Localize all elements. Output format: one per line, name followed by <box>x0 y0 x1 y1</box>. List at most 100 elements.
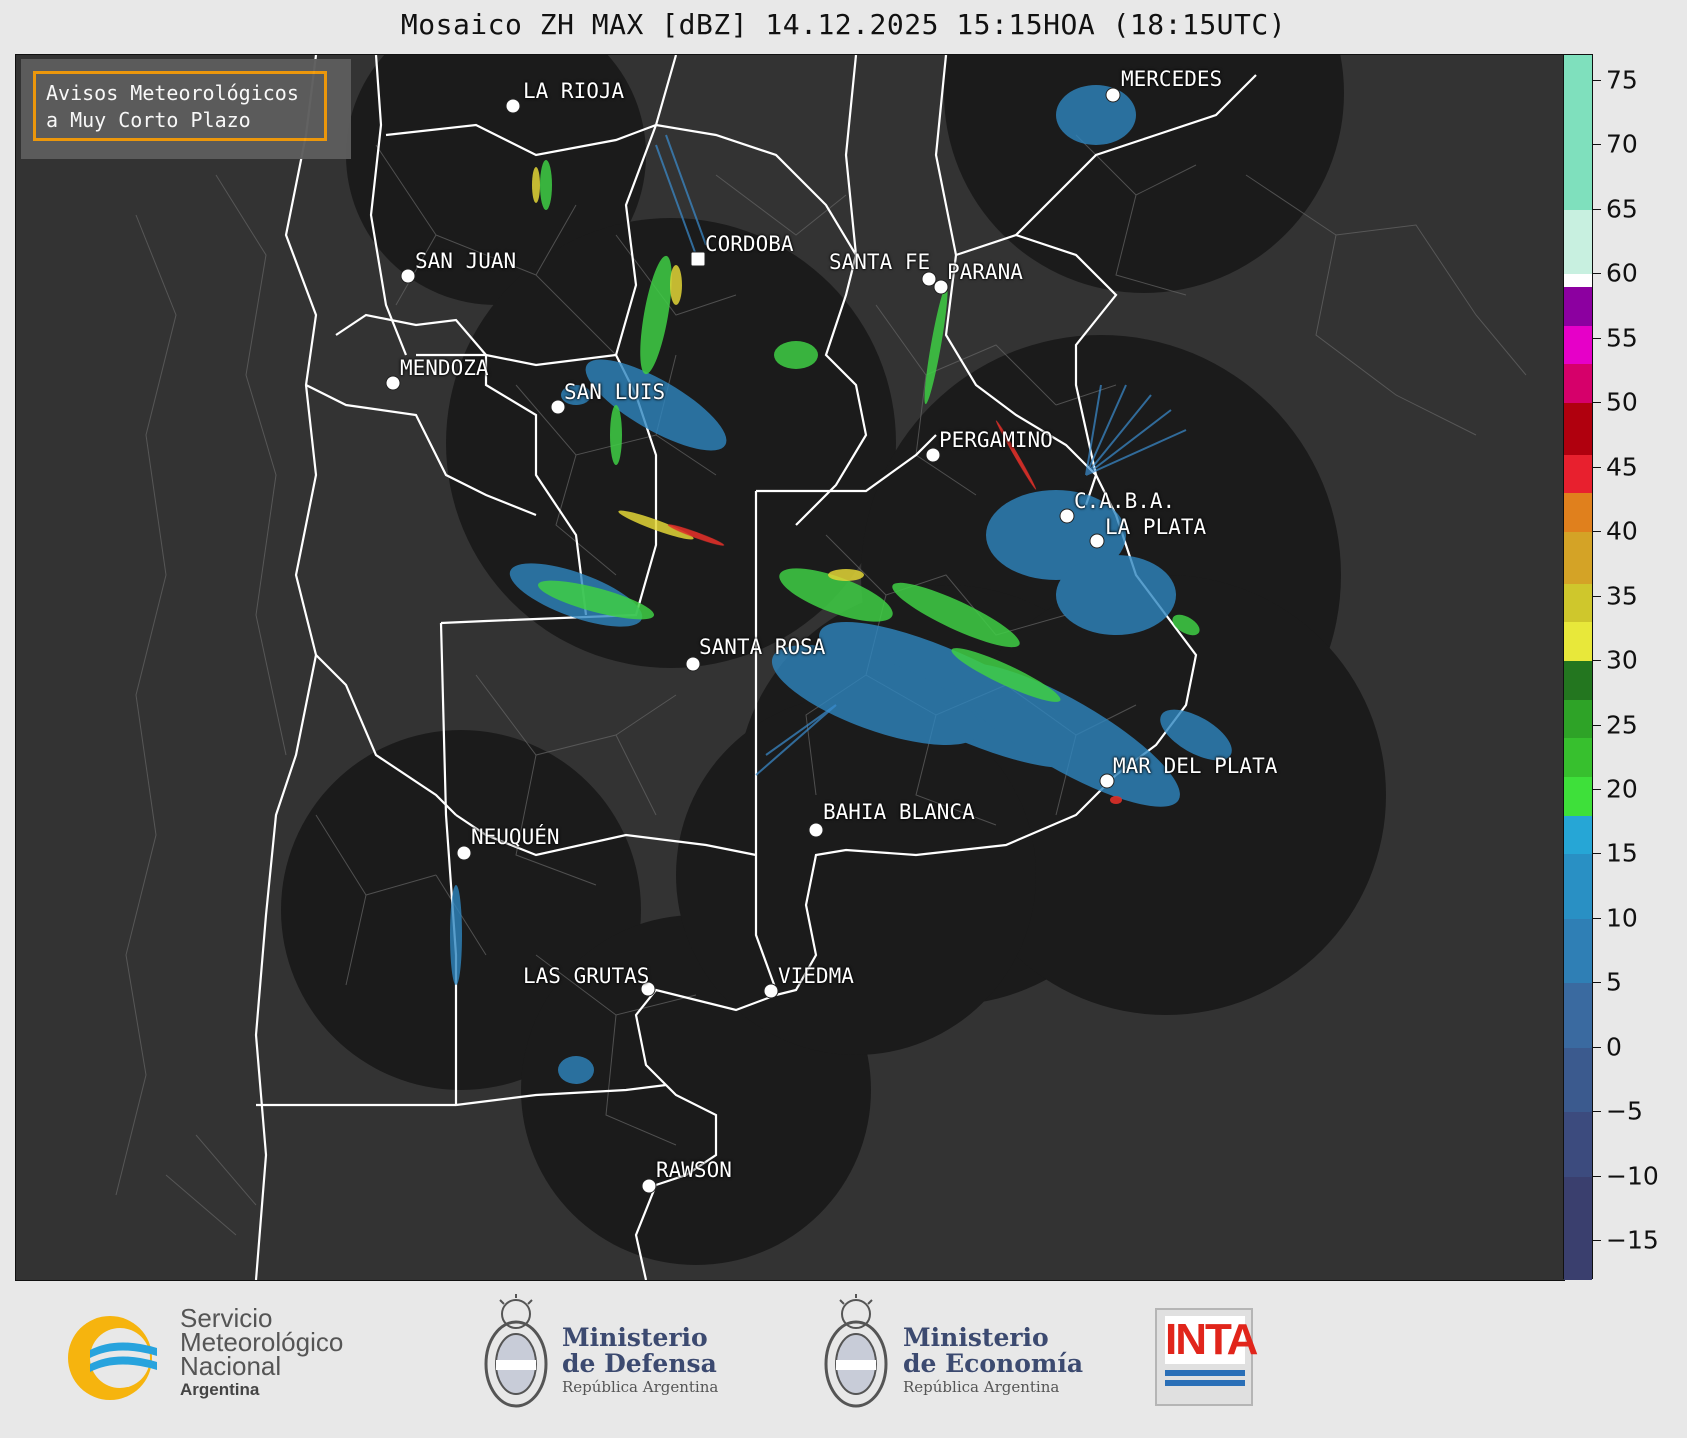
colorbar-tick <box>1593 531 1601 533</box>
city-label-viedma: VIEDMA <box>778 964 854 988</box>
city-marker-caba[interactable] <box>1059 508 1075 524</box>
defensa-line3: República Argentina <box>562 1378 719 1396</box>
colorbar-tick <box>1593 1240 1601 1242</box>
inta-stripe-1 <box>1165 1370 1245 1376</box>
colorbar-tick <box>1593 208 1601 210</box>
colorbar-tick-label: 10 <box>1606 903 1638 933</box>
city-label-san-juan: SAN JUAN <box>415 249 517 273</box>
city-label-mendoza: MENDOZA <box>400 356 489 380</box>
colorbar-band <box>1564 287 1592 326</box>
colorbar-tick-label: −10 <box>1606 1161 1659 1191</box>
city-label-bahia-blanca: BAHIA BLANCA <box>823 800 975 824</box>
colorbar-band <box>1564 777 1592 816</box>
colorbar-tick <box>1593 144 1601 146</box>
dbz-colorbar <box>1563 54 1593 1280</box>
colorbar-band <box>1564 854 1592 919</box>
radar-map[interactable]: Avisos Meteorológicos a Muy Corto Plazo … <box>15 54 1565 1281</box>
city-label-parana: PARANA <box>947 260 1023 284</box>
colorbar-band <box>1564 209 1592 275</box>
city-label-neuquen: NEUQUÉN <box>471 825 560 849</box>
defensa-seal-icon <box>484 1294 548 1408</box>
colorbar-tick-label: 25 <box>1606 710 1638 740</box>
colorbar-tick-label: 70 <box>1606 129 1638 159</box>
city-label-la-plata: LA PLATA <box>1105 515 1207 539</box>
city-label-santa-rosa: SANTA ROSA <box>699 635 826 659</box>
colorbar-tick <box>1593 917 1601 919</box>
colorbar-band <box>1564 661 1592 700</box>
avisos-panel[interactable]: Avisos Meteorológicos a Muy Corto Plazo <box>21 59 351 159</box>
colorbar-band <box>1564 583 1592 623</box>
colorbar-tick <box>1593 853 1601 855</box>
colorbar-tick-label: 20 <box>1606 774 1638 804</box>
colorbar-tick-label: 0 <box>1606 1032 1622 1062</box>
colorbar-tick <box>1593 1046 1601 1048</box>
inta-text: INTA <box>1165 1315 1258 1364</box>
colorbar-tick <box>1593 273 1601 275</box>
city-marker-viedma[interactable] <box>763 983 779 999</box>
colorbar-tick-label: 75 <box>1606 65 1638 95</box>
city-label-san-luis: SAN LUIS <box>564 380 666 404</box>
colorbar-tick <box>1593 982 1601 984</box>
inta-logo: INTA <box>1155 1308 1258 1406</box>
city-label-cordoba: CORDOBA <box>705 232 794 256</box>
colorbar-tick <box>1593 724 1601 726</box>
colorbar-band <box>1564 493 1592 533</box>
city-marker-mercedes[interactable] <box>1105 87 1121 103</box>
colorbar-tick <box>1593 789 1601 790</box>
ministerio-defensa: Ministerio de Defensa República Argentin… <box>562 1325 718 1397</box>
inta-stripe-2 <box>1165 1380 1245 1386</box>
colorbar-band <box>1564 454 1592 494</box>
city-label-caba: C.A.B.A. <box>1074 489 1176 513</box>
colorbar-tick-label: 35 <box>1606 581 1638 611</box>
smn-line4: Argentina <box>180 1380 260 1399</box>
colorbar-tick-label: 30 <box>1606 645 1638 675</box>
smn-logo-icon <box>68 1316 157 1400</box>
city-label-la-rioja: LA RIOJA <box>523 79 625 103</box>
colorbar-tick <box>1593 466 1601 468</box>
economia-line2: de Economía <box>903 1349 1084 1378</box>
city-marker-mendoza[interactable] <box>385 375 401 391</box>
colorbar-tick-label: 45 <box>1606 452 1638 482</box>
colorbar-tick <box>1593 79 1601 81</box>
colorbar-band <box>1564 622 1592 662</box>
city-marker-la-plata[interactable] <box>1089 533 1105 549</box>
colorbar-band <box>1564 532 1592 584</box>
economia-line1: Ministerio <box>903 1323 1049 1352</box>
economia-line3: República Argentina <box>903 1378 1060 1396</box>
avisos-line2: a Muy Corto Plazo <box>46 108 251 132</box>
colorbar-band <box>1564 983 1592 1048</box>
colorbar-tick-label: 15 <box>1606 838 1638 868</box>
city-label-mar-del-plata: MAR DEL PLATA <box>1113 754 1278 778</box>
city-marker-bahia-blanca[interactable] <box>808 822 824 838</box>
ministerio-economia: Ministerio de Economía República Argenti… <box>903 1325 1083 1397</box>
colorbar-tick <box>1593 337 1601 339</box>
avisos-line1: Avisos Meteorológicos <box>46 81 299 105</box>
city-marker-san-juan[interactable] <box>400 268 416 284</box>
city-label-las-grutas: LAS GRUTAS <box>523 964 650 988</box>
colorbar-band <box>1564 738 1592 778</box>
colorbar-band <box>1564 325 1592 365</box>
colorbar-band <box>1564 364 1592 404</box>
city-marker-la-rioja[interactable] <box>505 98 521 114</box>
footer-logos: Servicio Meteorológico Nacional Argentin… <box>0 1280 1687 1438</box>
colorbar-band <box>1564 918 1592 984</box>
defensa-line1: Ministerio <box>562 1323 708 1352</box>
colorbar-tick <box>1593 660 1601 662</box>
colorbar-band <box>1564 403 1592 455</box>
colorbar-tick-label: 55 <box>1606 323 1638 353</box>
defensa-line2: de Defensa <box>562 1349 717 1378</box>
city-marker-neuquen[interactable] <box>456 845 472 861</box>
colorbar-tick <box>1593 1175 1601 1177</box>
map-title: Mosaico ZH MAX [dBZ] 14.12.2025 15:15HOA… <box>400 8 1287 41</box>
colorbar-tick-label: 65 <box>1606 194 1638 224</box>
colorbar-tick <box>1593 595 1601 597</box>
city-marker-cordoba[interactable] <box>690 251 706 267</box>
colorbar-tick-label: 40 <box>1606 516 1638 546</box>
avisos-link[interactable]: Avisos Meteorológicos a Muy Corto Plazo <box>33 71 327 141</box>
city-label-santa-fe: SANTA FE <box>829 250 931 274</box>
colorbar-tick-label: −5 <box>1606 1096 1643 1126</box>
city-label-pergamino: PERGAMINO <box>939 428 1053 452</box>
colorbar-tick-label: 50 <box>1606 387 1638 417</box>
colorbar-band <box>1564 1176 1592 1280</box>
city-marker-rawson[interactable] <box>641 1178 657 1194</box>
